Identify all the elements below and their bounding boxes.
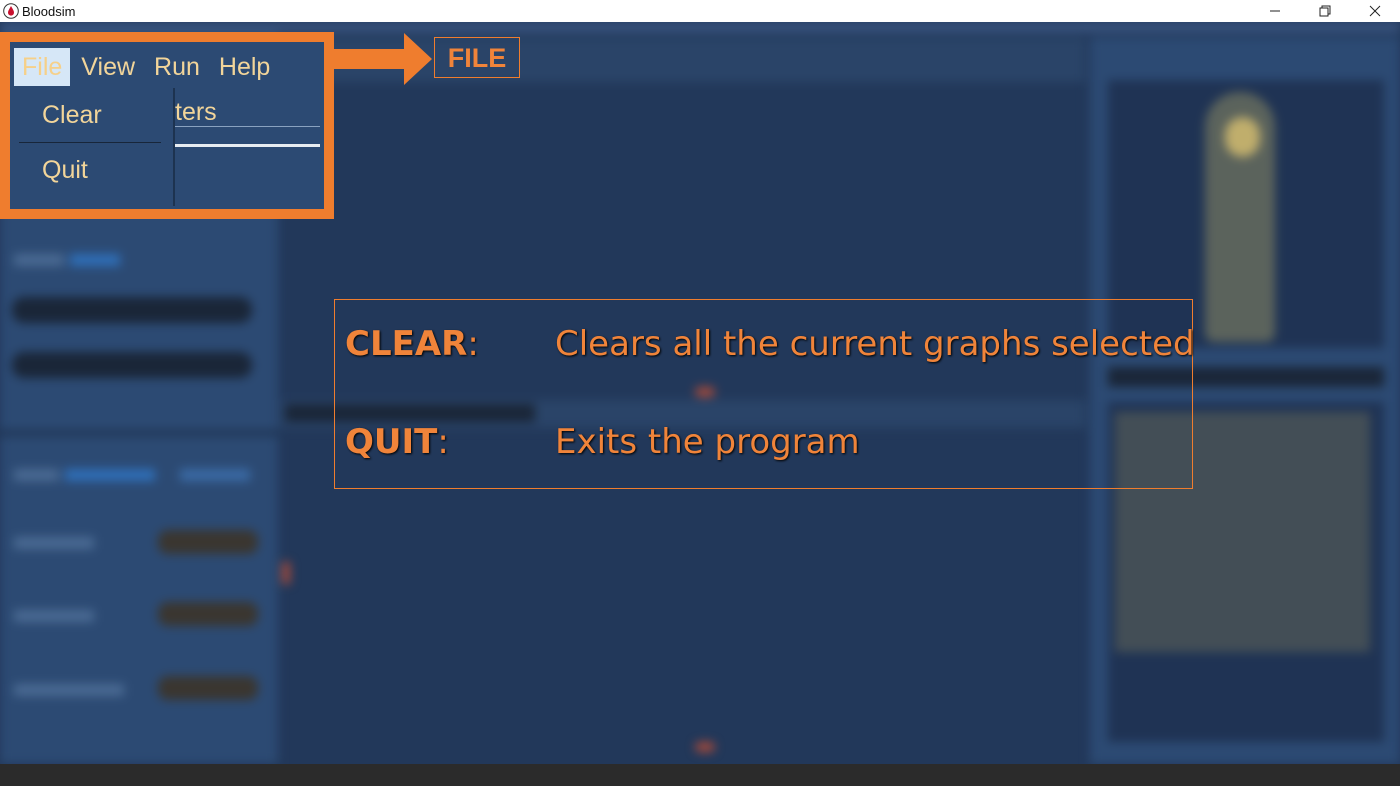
info-box: CLEAR: Clears all the current graphs sel… [334,299,1195,489]
minimize-button[interactable] [1250,0,1300,22]
info-sep: : [437,422,449,462]
blur-text [180,469,250,481]
info-sep: : [467,324,479,364]
app-window: Bloodsim File View Run Help ters Clear Q… [0,0,1400,788]
info-desc: Exits the program [555,422,860,462]
callout-label: FILE [434,37,520,78]
status-bar [0,764,1400,786]
blur-text [14,537,94,549]
blur-divider [0,430,278,436]
arrow-right-icon [334,33,432,85]
close-button[interactable] [1350,0,1400,22]
restore-icon [1319,5,1331,17]
info-desc: Clears all the current graphs selected [555,324,1195,364]
blur-marker [282,562,290,584]
blur-text [14,469,59,481]
blur-header-strip [0,22,1400,32]
info-key: CLEAR [345,324,468,364]
window-title: Bloodsim [22,3,76,19]
blur-bar [12,297,252,323]
window-controls [1250,0,1400,22]
blur-body-glow [1225,117,1260,157]
blur-bar [12,352,252,378]
info-key: QUIT [345,422,438,462]
blur-text [70,254,120,266]
restore-button[interactable] [1300,0,1350,22]
blur-text [65,469,155,481]
close-icon [1369,5,1381,17]
blur-toggle [158,676,258,700]
blur-text [14,610,94,622]
blur-marker [695,742,715,752]
highlight-frame [0,32,334,219]
blur-toggle [158,602,258,626]
blur-text [14,684,124,696]
info-key-wrap: QUIT: [345,422,449,462]
blood-drop-icon [3,3,19,19]
blur-toggle [158,530,258,554]
blur-text [14,254,64,266]
minimize-icon [1270,10,1280,12]
title-bar: Bloodsim [0,0,1400,22]
info-key-wrap: CLEAR: [345,324,479,364]
